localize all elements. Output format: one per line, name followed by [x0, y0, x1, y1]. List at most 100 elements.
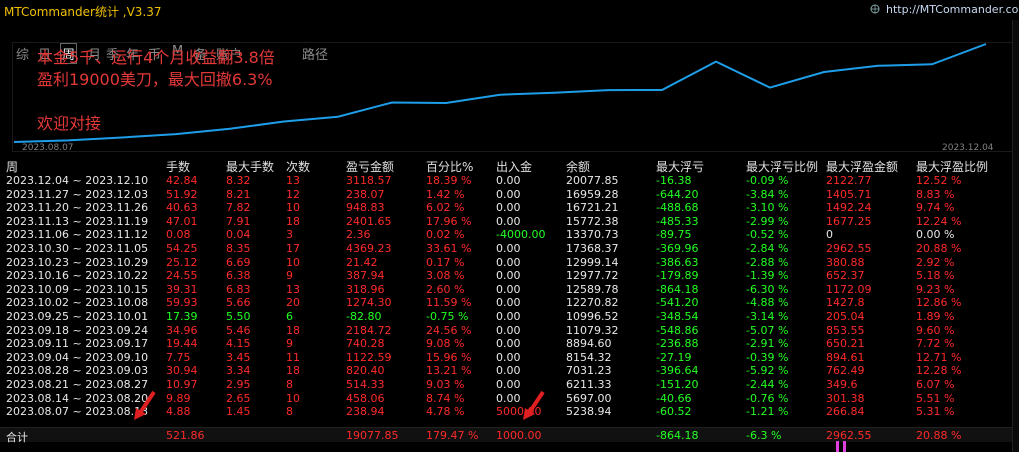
table-cell: 0.00 — [496, 255, 521, 269]
table-cell: 8894.60 — [566, 337, 612, 351]
table-cell: 18 — [286, 364, 300, 378]
table-cell: 5.46 — [226, 323, 251, 337]
table-cell: 18 — [286, 214, 300, 228]
table-cell: 4369.23 — [346, 242, 392, 255]
table-cell: -2.99 % — [746, 214, 789, 228]
table-cell: -1.21 % — [746, 405, 789, 419]
table-cell: 7.75 — [166, 350, 191, 364]
vertical-scrollbar[interactable] — [1012, 20, 1019, 452]
table-cell: 2122.77 — [826, 174, 872, 187]
table-cell: 8 — [286, 378, 293, 391]
table-cell: 0.00 — [496, 364, 521, 378]
table-cell: 2023.08.14 ~ 2023.08.20 — [6, 391, 149, 405]
table-cell: 2.65 — [226, 391, 251, 405]
table-cell: 13 — [286, 174, 300, 187]
table-cell: 12.24 % — [916, 214, 962, 228]
table-cell: -236.88 — [656, 337, 699, 351]
table-cell: 0.00 % — [916, 228, 955, 242]
table-cell: 13370.73 — [566, 228, 619, 242]
tab-0[interactable]: 综 — [16, 44, 29, 63]
table-cell: -2.91 % — [746, 337, 789, 351]
table-cell: 0.00 — [496, 269, 521, 283]
table-cell: 24.56 % — [426, 323, 472, 337]
table-cell: 17368.37 — [566, 242, 619, 255]
table-cell: 762.49 — [826, 364, 865, 378]
table-cell: 2184.72 — [346, 323, 392, 337]
table-cell: -1.39 % — [746, 269, 789, 283]
table-cell: 51.92 — [166, 187, 198, 201]
table-cell: 5.18 % — [916, 269, 955, 283]
table-cell: 820.40 — [346, 364, 385, 378]
tab-10[interactable]: 路径 — [302, 44, 328, 63]
table-cell: 2023.09.25 ~ 2023.10.01 — [6, 310, 149, 323]
table-cell: 2023.10.02 ~ 2023.10.08 — [6, 296, 149, 310]
table-cell: 8.83 % — [916, 187, 955, 201]
table-cell: 238.94 — [346, 405, 385, 419]
table-cell: -386.63 — [656, 255, 699, 269]
table-cell: 2023.08.21 ~ 2023.08.27 — [6, 378, 149, 391]
table-cell: 0.00 — [496, 174, 521, 187]
table-cell: 2962.55 — [826, 242, 872, 255]
table-cell: 0.00 — [496, 337, 521, 351]
table-cell: 40.63 — [166, 201, 198, 215]
globe-icon — [870, 4, 880, 14]
table-cell: 13.21 % — [426, 364, 472, 378]
table-cell: 25.12 — [166, 255, 198, 269]
table-cell: -488.68 — [656, 201, 699, 215]
table-cell: 12589.78 — [566, 282, 619, 296]
table-cell: 0.00 — [496, 282, 521, 296]
table-cell: 9.08 % — [426, 337, 465, 351]
table-cell: 9.60 % — [916, 323, 955, 337]
table-cell: 1122.59 — [346, 350, 392, 364]
table-cell: 2.92 % — [916, 255, 955, 269]
table-cell: 2023.08.28 ~ 2023.09.03 — [6, 364, 149, 378]
total-cell: -864.18 — [656, 429, 699, 442]
table-cell: 2401.65 — [346, 214, 392, 228]
table-cell: 13 — [286, 282, 300, 296]
table-cell: 380.88 — [826, 255, 865, 269]
table-cell: 9.89 — [166, 391, 191, 405]
table-cell: 6.38 — [226, 269, 251, 283]
table-cell: 2023.08.07 ~ 2023.08.13 — [6, 405, 149, 419]
table-cell: -0.09 % — [746, 174, 789, 187]
table-cell: 10.97 — [166, 378, 198, 391]
table-cell: 0.00 — [496, 378, 521, 391]
total-cell: 2962.55 — [826, 429, 872, 442]
table-cell: 3118.57 — [346, 174, 392, 187]
table-cell: 9 — [286, 337, 293, 351]
table-cell: 948.83 — [346, 201, 385, 215]
table-cell: 301.38 — [826, 391, 865, 405]
scroll-marker — [836, 441, 839, 452]
table-cell: 9 — [286, 269, 293, 283]
table-cell: 2023.10.30 ~ 2023.11.05 — [6, 242, 149, 255]
table-cell: 6.83 — [226, 282, 251, 296]
table-cell: 12.52 % — [916, 174, 962, 187]
table-cell: 0.17 % — [426, 255, 465, 269]
table-cell: 2023.09.18 ~ 2023.09.24 — [6, 323, 149, 337]
table-cell: 387.94 — [346, 269, 385, 283]
table-cell: 5.51 % — [916, 391, 955, 405]
table-cell: 59.93 — [166, 296, 198, 310]
table-cell: -179.89 — [656, 269, 699, 283]
table-cell: 2023.09.11 ~ 2023.09.17 — [6, 337, 149, 351]
table-cell: 2023.11.06 ~ 2023.11.12 — [6, 228, 149, 242]
table-cell: 24.55 — [166, 269, 198, 283]
table-cell: 2023.11.27 ~ 2023.12.03 — [6, 187, 149, 201]
table-cell: 1405.71 — [826, 187, 872, 201]
scroll-marker — [843, 441, 846, 452]
equity-chart: 综日周月季年币 M 备账户 路径 本金5千、运行4个月收益翻3.8倍 盈利19000美… — [0, 20, 1014, 153]
table-cell: 5238.94 — [566, 405, 612, 419]
table-cell: 20 — [286, 296, 300, 310]
table-cell: -89.75 — [656, 228, 692, 242]
table-cell: 0.00 — [496, 310, 521, 323]
table-cell: 33.61 % — [426, 242, 472, 255]
table-header: 周手数 最大手数 次数 盈亏金额 百分比% 出入金 余额 最大浮亏 最大浮亏比例 最大浮盈金额 最大… — [0, 158, 1012, 174]
table-cell: -2.88 % — [746, 255, 789, 269]
table-cell: -6.30 % — [746, 282, 789, 296]
table-cell: 5.50 — [226, 310, 251, 323]
table-cell: -0.52 % — [746, 228, 789, 242]
table-cell: 39.31 — [166, 282, 198, 296]
table-cell: 514.33 — [346, 378, 385, 391]
website-link[interactable]: http://MTCommander.com — [886, 3, 1019, 16]
table-cell: 652.37 — [826, 269, 865, 283]
